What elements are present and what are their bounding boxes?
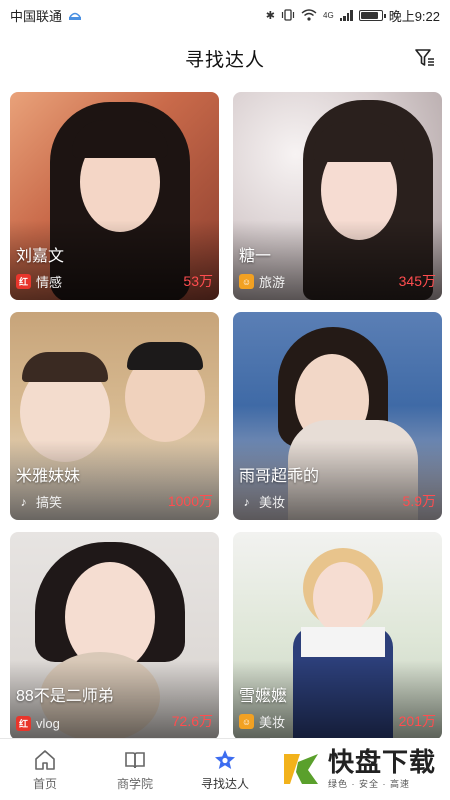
nav-label: 寻找达人 (200, 776, 249, 791)
network-type-label: 4G (323, 10, 334, 20)
card-follower-count: 72.6万 (171, 713, 213, 729)
tiktok-icon: ♪ (243, 494, 250, 509)
influencer-card[interactable]: 雪嬷嬷 ☺ 美妆 201万 (233, 532, 442, 740)
influencer-card[interactable]: 刘嘉文 红 情感 53万 (10, 92, 219, 300)
card-follower-count: 201万 (398, 713, 436, 729)
page-header: 寻找达人 (0, 30, 450, 86)
influencer-card[interactable]: 米雅妹妹 ♪ 搞笑 1000万 (10, 312, 219, 520)
card-name: 糖一 (239, 248, 272, 265)
nav-label: 首页 (32, 776, 57, 791)
tiktok-icon: ♪ (20, 494, 27, 509)
influencer-grid: 刘嘉文 红 情感 53万 糖一 ☺ 旅游 345万 米雅妹妹 ♪ 搞笑 1000… (10, 92, 442, 740)
card-follower-count: 5.9万 (402, 493, 436, 509)
card-category: 旅游 (259, 275, 286, 290)
star-icon (215, 749, 235, 769)
watermark-title: 快盘下载 (328, 746, 437, 777)
nav-label: 商学院 (116, 776, 153, 791)
orange-platform-icon: ☺ (239, 274, 254, 289)
carrier-label: 中国联通 (10, 8, 63, 24)
red-platform-icon: 红 (16, 716, 31, 731)
orange-platform-icon: ☺ (239, 714, 254, 729)
book-icon (125, 751, 145, 768)
signal-icon (339, 9, 353, 21)
card-name: 刘嘉文 (16, 248, 65, 265)
sync-icon (69, 12, 82, 20)
status-bar: 中国联通 ✱ 4G 晚上9:22 (0, 0, 450, 30)
watermark-logo-icon (280, 748, 322, 790)
card-category: 美妆 (259, 715, 286, 730)
home-icon (35, 749, 55, 770)
influencer-card[interactable]: 糖一 ☺ 旅游 345万 (233, 92, 442, 300)
card-category: 搞笑 (36, 495, 63, 510)
influencer-card[interactable]: 88不是二师弟 红 vlog 72.6万 (10, 532, 219, 740)
card-category: 美妆 (259, 495, 286, 510)
status-time: 晚上9:22 (388, 8, 440, 24)
page-title: 寻找达人 (184, 49, 265, 71)
vibrate-icon (281, 9, 295, 21)
red-platform-icon: 红 (16, 274, 31, 289)
card-follower-count: 345万 (398, 273, 436, 289)
card-name: 雪嬷嬷 (239, 688, 288, 705)
card-name: 88不是二师弟 (16, 688, 114, 705)
filter-icon[interactable] (414, 47, 436, 69)
card-follower-count: 1000万 (167, 493, 213, 509)
battery-icon (358, 9, 386, 21)
card-category: vlog (36, 716, 60, 731)
card-name: 雨哥超乖的 (239, 468, 320, 485)
nav-item-find-talent[interactable]: 寻找达人 (180, 739, 270, 800)
card-follower-count: 53万 (183, 273, 213, 289)
wifi-icon (301, 9, 317, 21)
nav-item-home[interactable]: 首页 (0, 739, 90, 800)
bluetooth-icon: ✱ (265, 9, 276, 22)
watermark: 快盘下载 绿色 · 安全 · 高速 (270, 738, 450, 800)
influencer-card[interactable]: 雨哥超乖的 ♪ 美妆 5.9万 (233, 312, 442, 520)
card-category: 情感 (36, 275, 63, 290)
card-name: 米雅妹妹 (16, 468, 81, 485)
watermark-subtitle: 绿色 · 安全 · 高速 (328, 778, 410, 789)
nav-item-academy[interactable]: 商学院 (90, 739, 180, 800)
